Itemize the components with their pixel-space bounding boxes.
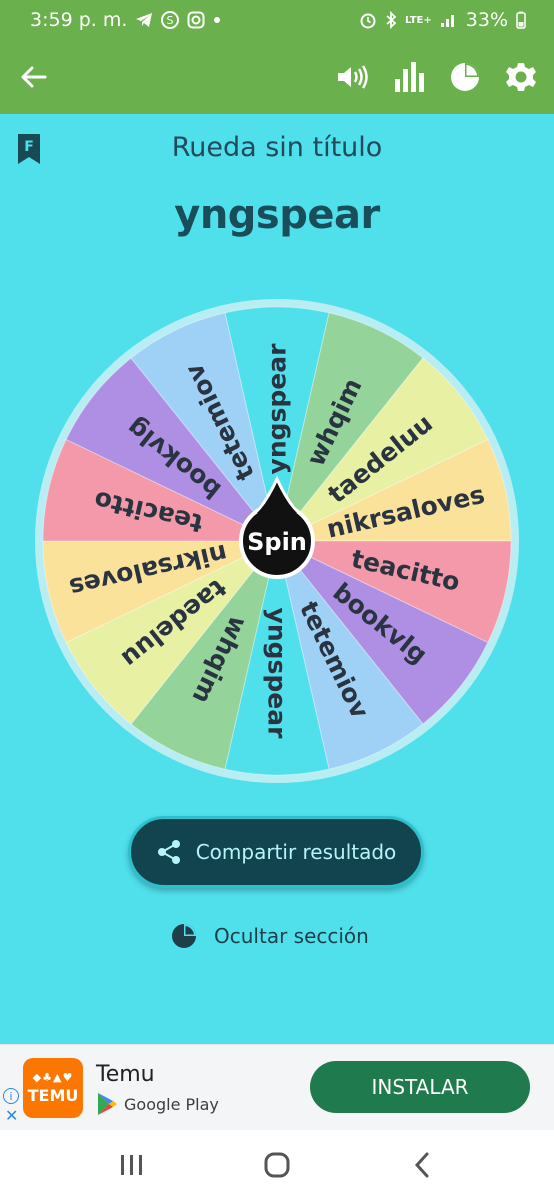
google-play-icon bbox=[98, 1093, 117, 1115]
pie-chart-icon bbox=[451, 63, 479, 91]
status-bar: 3:59 p. m. S LTE+ 33% bbox=[0, 0, 554, 40]
share-result-label: Compartir resultado bbox=[195, 840, 397, 864]
bar-chart-icon bbox=[395, 62, 424, 92]
ad-close-icon[interactable]: ✕ bbox=[5, 1106, 18, 1125]
back-button[interactable] bbox=[14, 58, 52, 96]
share-result-button[interactable]: Compartir resultado bbox=[128, 816, 424, 888]
home-icon bbox=[264, 1152, 290, 1178]
home-button[interactable] bbox=[247, 1140, 307, 1190]
wheel-segment-label: yngspear bbox=[263, 608, 292, 740]
ad-store-label: Google Play bbox=[124, 1094, 219, 1114]
system-nav-bar bbox=[0, 1130, 554, 1200]
recent-apps-button[interactable] bbox=[102, 1140, 162, 1190]
app-bar bbox=[0, 40, 554, 114]
share-icon bbox=[157, 840, 180, 864]
volume-icon bbox=[338, 65, 368, 89]
wheel-segment-label: yngspear bbox=[263, 343, 292, 475]
pie-chart-icon bbox=[172, 924, 196, 948]
back-nav-button[interactable] bbox=[392, 1140, 452, 1190]
ad-info-icon[interactable]: i bbox=[3, 1088, 19, 1104]
settings-button[interactable] bbox=[502, 58, 540, 96]
bluetooth-icon bbox=[385, 11, 397, 29]
install-button[interactable]: INSTALAR bbox=[310, 1061, 530, 1113]
sections-button[interactable] bbox=[446, 58, 484, 96]
battery-icon bbox=[516, 11, 526, 29]
sound-button[interactable] bbox=[334, 58, 372, 96]
spin-wheel[interactable]: yngspear whqim taedeluu nikrsaloves teacitto… bbox=[30, 294, 524, 788]
alarm-icon bbox=[359, 11, 377, 29]
chevron-left-icon bbox=[414, 1152, 429, 1178]
svg-text:S: S bbox=[167, 14, 174, 27]
status-time: 3:59 p. m. bbox=[30, 9, 128, 31]
recents-icon bbox=[121, 1155, 143, 1175]
dot-icon bbox=[213, 16, 221, 24]
hide-section-label: Ocultar sección bbox=[214, 924, 369, 948]
spin-label[interactable]: Spin bbox=[247, 528, 307, 556]
page-title[interactable]: Rueda sin título bbox=[0, 132, 554, 163]
telegram-icon bbox=[135, 12, 153, 28]
lte-icon: LTE+ bbox=[405, 14, 432, 26]
arrow-left-icon bbox=[21, 66, 47, 88]
wheel-graphic[interactable]: yngspear whqimtaedeluunikrsalovesteacitto… bbox=[30, 294, 524, 788]
ad-store: Google Play bbox=[96, 1092, 219, 1116]
wheel-screen: F Rueda sin título yngspear yngspear whqi… bbox=[0, 114, 554, 1044]
ad-app-name[interactable]: Temu bbox=[96, 1062, 155, 1087]
circle-s-icon: S bbox=[161, 11, 180, 29]
result-text: yngspear bbox=[174, 192, 380, 238]
stats-button[interactable] bbox=[390, 58, 428, 96]
battery-percent: 33% bbox=[465, 9, 508, 31]
instagram-icon bbox=[187, 11, 205, 29]
gear-icon bbox=[506, 63, 536, 91]
signal-icon bbox=[440, 12, 458, 28]
temu-logo-text: TEMU bbox=[27, 1086, 79, 1105]
temu-logo-glyphs: ◆♣▲♥ bbox=[32, 1071, 74, 1084]
temu-logo[interactable]: ◆♣▲♥ TEMU bbox=[23, 1058, 83, 1118]
hide-section-button[interactable]: Ocultar sección bbox=[170, 922, 369, 950]
